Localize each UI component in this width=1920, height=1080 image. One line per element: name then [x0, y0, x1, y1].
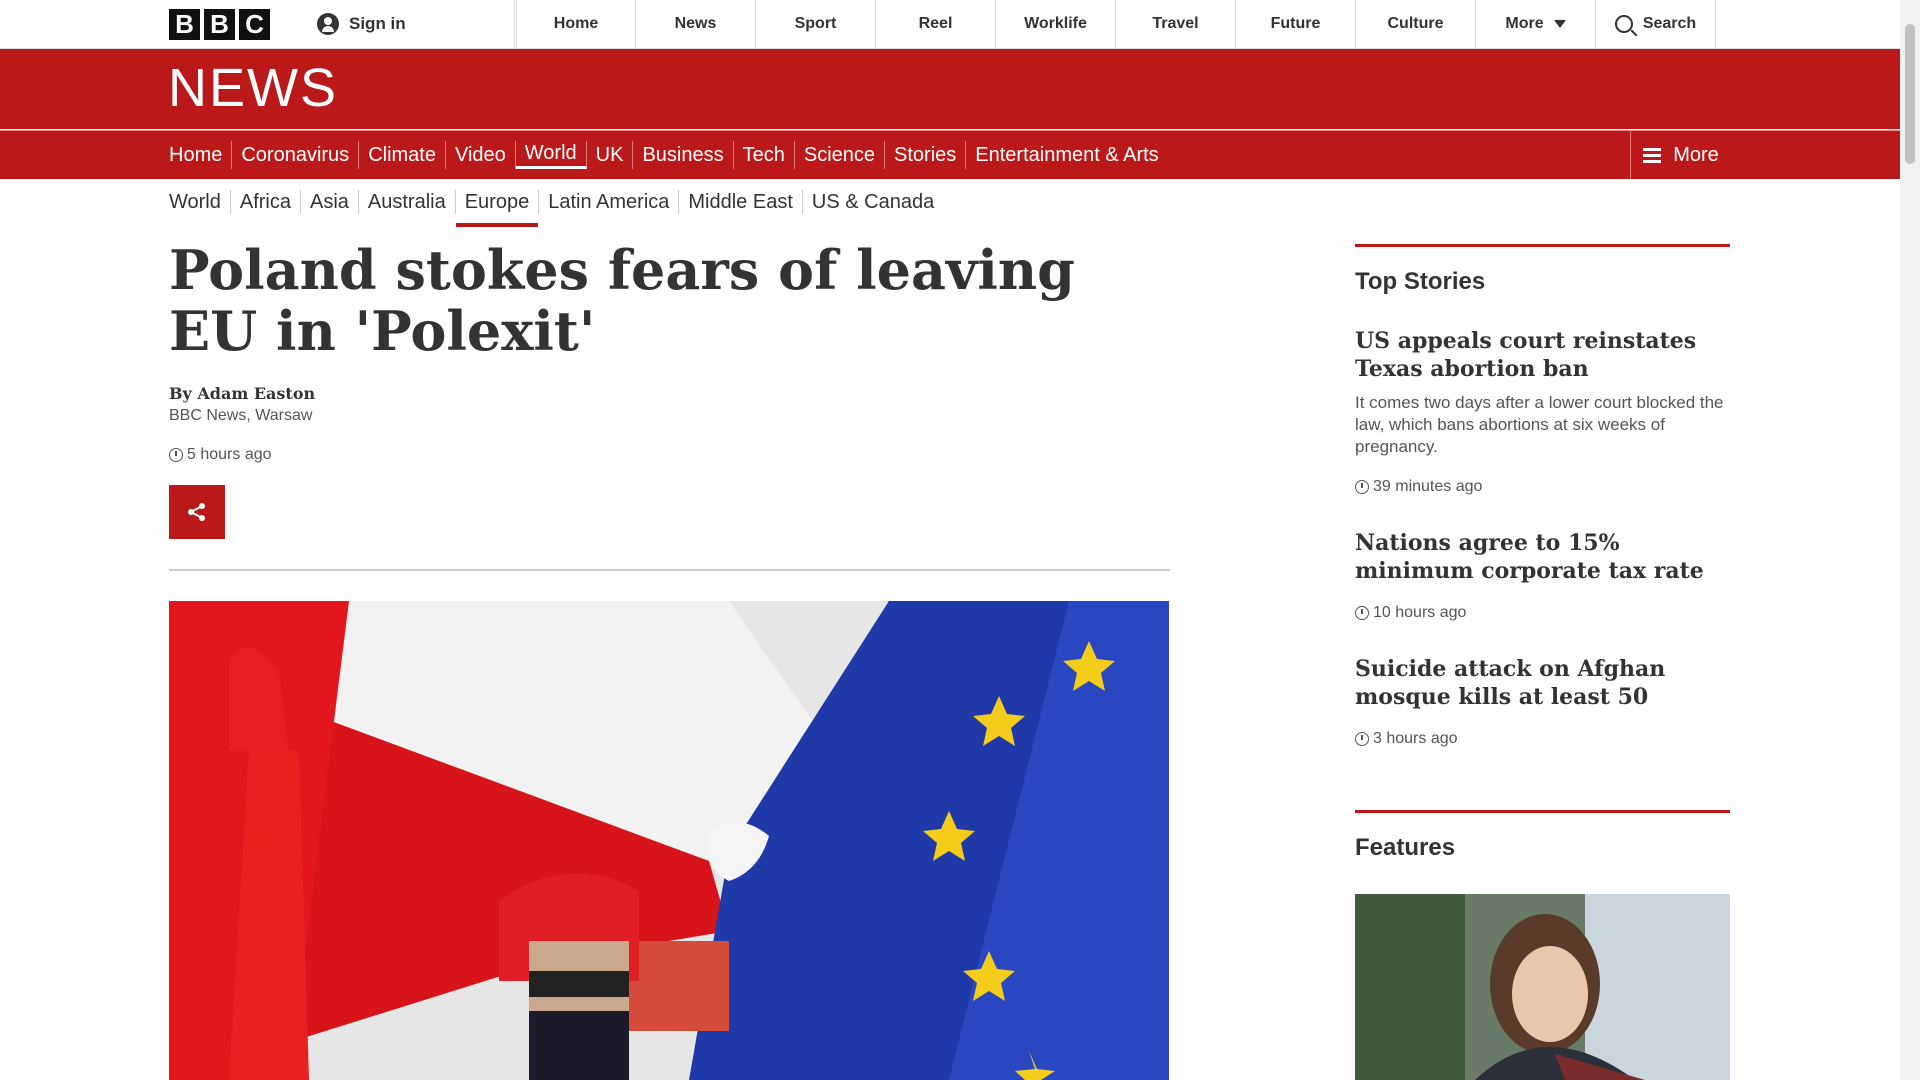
search-icon — [1614, 15, 1633, 33]
nav-item-climate[interactable]: Climate — [359, 141, 446, 169]
global-header: B B C Sign in Home News Sport Reel Workl… — [0, 0, 1900, 49]
nav-item-stories[interactable]: Stories — [885, 141, 967, 169]
menu-icon — [1643, 147, 1662, 163]
global-more-button[interactable]: More — [1476, 0, 1596, 48]
global-nav-reel[interactable]: Reel — [876, 0, 996, 48]
logo-letter: B — [204, 9, 235, 40]
nav-more-label: More — [1673, 143, 1719, 166]
story-timestamp: 39 minutes ago — [1355, 478, 1482, 496]
share-button[interactable] — [169, 485, 225, 539]
subnav-item-asia[interactable]: Asia — [301, 189, 359, 214]
article-byline: By Adam Easton — [169, 384, 316, 403]
article-time-label: 5 hours ago — [187, 446, 272, 463]
global-nav-sport[interactable]: Sport — [756, 0, 876, 48]
subnav-item-europe[interactable]: Europe — [455, 189, 540, 227]
global-nav-news[interactable]: News — [636, 0, 756, 48]
clock-icon — [1355, 732, 1369, 746]
sign-in-label: Sign in — [349, 14, 406, 33]
top-stories-heading: Top Stories — [1355, 268, 1486, 295]
article-hero-image — [169, 601, 1169, 1080]
sub-nav: World Africa Asia Australia Europe Latin… — [160, 178, 943, 227]
article-headline: Poland stokes fears of leaving EU in 'Po… — [169, 238, 1075, 363]
top-stories-rule — [1355, 244, 1730, 247]
subnav-item-middle-east[interactable]: Middle East — [679, 189, 803, 214]
subnav-item-world[interactable]: World — [160, 189, 231, 214]
story-summary: It comes two days after a lower court bl… — [1355, 393, 1724, 456]
sign-in-button[interactable]: Sign in — [301, 0, 515, 48]
story-time-label: 10 hours ago — [1373, 604, 1467, 621]
global-nav-worklife[interactable]: Worklife — [996, 0, 1116, 48]
global-nav-home[interactable]: Home — [516, 0, 636, 48]
features-rule — [1355, 810, 1730, 813]
nav-item-uk[interactable]: UK — [587, 141, 634, 169]
features-heading: Features — [1355, 834, 1456, 861]
feature-image[interactable] — [1355, 894, 1730, 1080]
clock-icon — [169, 448, 183, 462]
chevron-down-icon — [1553, 20, 1566, 28]
nav-item-home[interactable]: Home — [160, 141, 233, 169]
nav-item-science[interactable]: Science — [795, 141, 886, 169]
story-title-link[interactable]: Nations agree to 15% minimum corporate t… — [1355, 529, 1730, 585]
nav-item-business[interactable]: Business — [633, 141, 734, 169]
nav-item-video[interactable]: Video — [446, 141, 516, 169]
story-timestamp: 3 hours ago — [1355, 730, 1458, 748]
nav-item-coronavirus[interactable]: Coronavirus — [232, 141, 360, 169]
news-logo[interactable]: NEWS — [168, 57, 338, 119]
global-nav: Home News Sport Reel Worklife Travel Fut… — [516, 0, 1716, 48]
global-nav-future[interactable]: Future — [1236, 0, 1356, 48]
news-nav: Home Coronavirus Climate Video World UK … — [0, 130, 1900, 179]
logo-letter: C — [239, 9, 270, 40]
logo-letter: B — [169, 9, 200, 40]
global-nav-culture[interactable]: Culture — [1356, 0, 1476, 48]
search-label: Search — [1642, 15, 1697, 32]
subnav-item-latin-america[interactable]: Latin America — [539, 189, 680, 214]
clock-icon — [1355, 480, 1369, 494]
story-title-link[interactable]: Suicide attack on Afghan mosque kills at… — [1355, 655, 1730, 711]
bbc-logo[interactable]: B B C — [169, 9, 270, 40]
nav-item-entertainment-arts[interactable]: Entertainment & Arts — [966, 141, 1167, 169]
subnav-item-africa[interactable]: Africa — [231, 189, 301, 214]
story-timestamp: 10 hours ago — [1355, 604, 1466, 622]
page-scrollbar[interactable] — [1900, 0, 1920, 1080]
subnav-item-us-canada[interactable]: US & Canada — [803, 190, 943, 214]
clock-icon — [1355, 606, 1369, 620]
article-timestamp: 5 hours ago — [169, 446, 272, 464]
nav-more-button[interactable]: More — [1630, 131, 1731, 179]
story-title-link[interactable]: US appeals court reinstates Texas aborti… — [1355, 327, 1730, 383]
search-button[interactable]: Search — [1596, 0, 1716, 48]
story-time-label: 3 hours ago — [1373, 730, 1458, 747]
scrollbar-thumb[interactable] — [1905, 24, 1915, 164]
nav-item-world[interactable]: World — [515, 141, 587, 169]
global-more-label: More — [1505, 15, 1544, 32]
story-time-label: 39 minutes ago — [1373, 478, 1483, 495]
news-banner: NEWS — [0, 49, 1900, 129]
subnav-item-australia[interactable]: Australia — [359, 189, 456, 214]
nav-item-tech[interactable]: Tech — [734, 141, 795, 169]
user-icon — [317, 13, 339, 35]
share-icon — [188, 503, 205, 521]
global-nav-travel[interactable]: Travel — [1116, 0, 1236, 48]
article-source: BBC News, Warsaw — [169, 407, 313, 424]
divider — [169, 569, 1170, 571]
